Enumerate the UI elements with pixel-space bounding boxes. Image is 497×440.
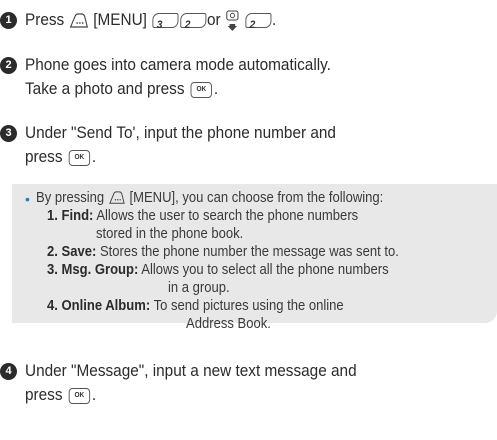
note-item-text: Allows the user to search the phone numb… bbox=[96, 208, 359, 224]
note-item: 1. Find: Allows the user to search the p… bbox=[47, 207, 358, 225]
soft-key-icon bbox=[108, 191, 125, 204]
ok-key-icon: OK bbox=[68, 149, 91, 166]
note-item-cont: Address Book. bbox=[186, 316, 271, 332]
note-item-text: Allows you to select all the phone numbe… bbox=[141, 262, 389, 278]
step-text: press bbox=[25, 386, 63, 404]
end-period: . bbox=[91, 148, 97, 166]
note-item: 2. Save: Stores the phone number the mes… bbox=[47, 243, 399, 261]
step-3-line-1: Under "Send To', input the phone number … bbox=[25, 124, 336, 142]
note-item-text: To send pictures using the online bbox=[153, 298, 344, 314]
note-item: 4. Online Album: To send pictures using … bbox=[47, 297, 344, 315]
step-2-line-1: Phone goes into camera mode automaticall… bbox=[25, 56, 331, 74]
step-4-line-2: press OK. bbox=[25, 383, 96, 407]
number-key-2-icon: 2 bbox=[245, 13, 272, 31]
end-period: . bbox=[91, 386, 97, 404]
note-text: By pressing bbox=[36, 190, 105, 206]
note-item: 3. Msg. Group: Allows you to select all … bbox=[47, 261, 389, 279]
ok-key-icon: OK bbox=[190, 81, 213, 98]
soft-key-icon bbox=[69, 13, 88, 28]
step-text: Press bbox=[25, 11, 65, 29]
menu-label: [MENU] bbox=[93, 11, 147, 29]
ok-key-icon: OK bbox=[68, 387, 91, 404]
note-item-label: 1. Find: bbox=[47, 208, 94, 224]
note-item-label: 4. Online Album: bbox=[47, 298, 151, 314]
note-item-cont: stored in the phone book. bbox=[96, 226, 244, 242]
number-key-3-icon: 3 bbox=[152, 13, 179, 31]
or-text: or bbox=[207, 11, 221, 29]
step-1-text: Press [MENU] 3 2 or 2. bbox=[25, 8, 276, 32]
note-text: [MENU], you can choose from the followin… bbox=[129, 190, 384, 206]
note-item-text: Stores the phone number the message was … bbox=[99, 244, 399, 260]
step-number: 1 bbox=[0, 12, 17, 29]
step-text: Take a photo and press bbox=[25, 80, 185, 98]
camera-down-icon bbox=[226, 10, 239, 31]
step-number: 3 bbox=[0, 125, 17, 142]
end-period: . bbox=[271, 11, 277, 29]
step-3-line-2: press OK. bbox=[25, 145, 96, 169]
end-period: . bbox=[213, 80, 219, 98]
note-box: • By pressing [MENU], you can choose fro… bbox=[12, 184, 497, 332]
note-bullet: • bbox=[25, 191, 30, 207]
note-intro: By pressing [MENU], you can choose from … bbox=[36, 189, 383, 207]
step-number: 4 bbox=[0, 363, 17, 380]
note-item-label: 2. Save: bbox=[47, 244, 97, 260]
note-item-label: 3. Msg. Group: bbox=[47, 262, 139, 278]
note-item-cont: in a group. bbox=[168, 280, 230, 296]
step-number: 2 bbox=[0, 57, 17, 74]
number-key-2-icon: 2 bbox=[180, 13, 207, 31]
step-text: press bbox=[25, 148, 63, 166]
step-2-line-2: Take a photo and press OK. bbox=[25, 77, 218, 101]
step-4-line-1: Under "Message", input a new text messag… bbox=[25, 362, 357, 380]
